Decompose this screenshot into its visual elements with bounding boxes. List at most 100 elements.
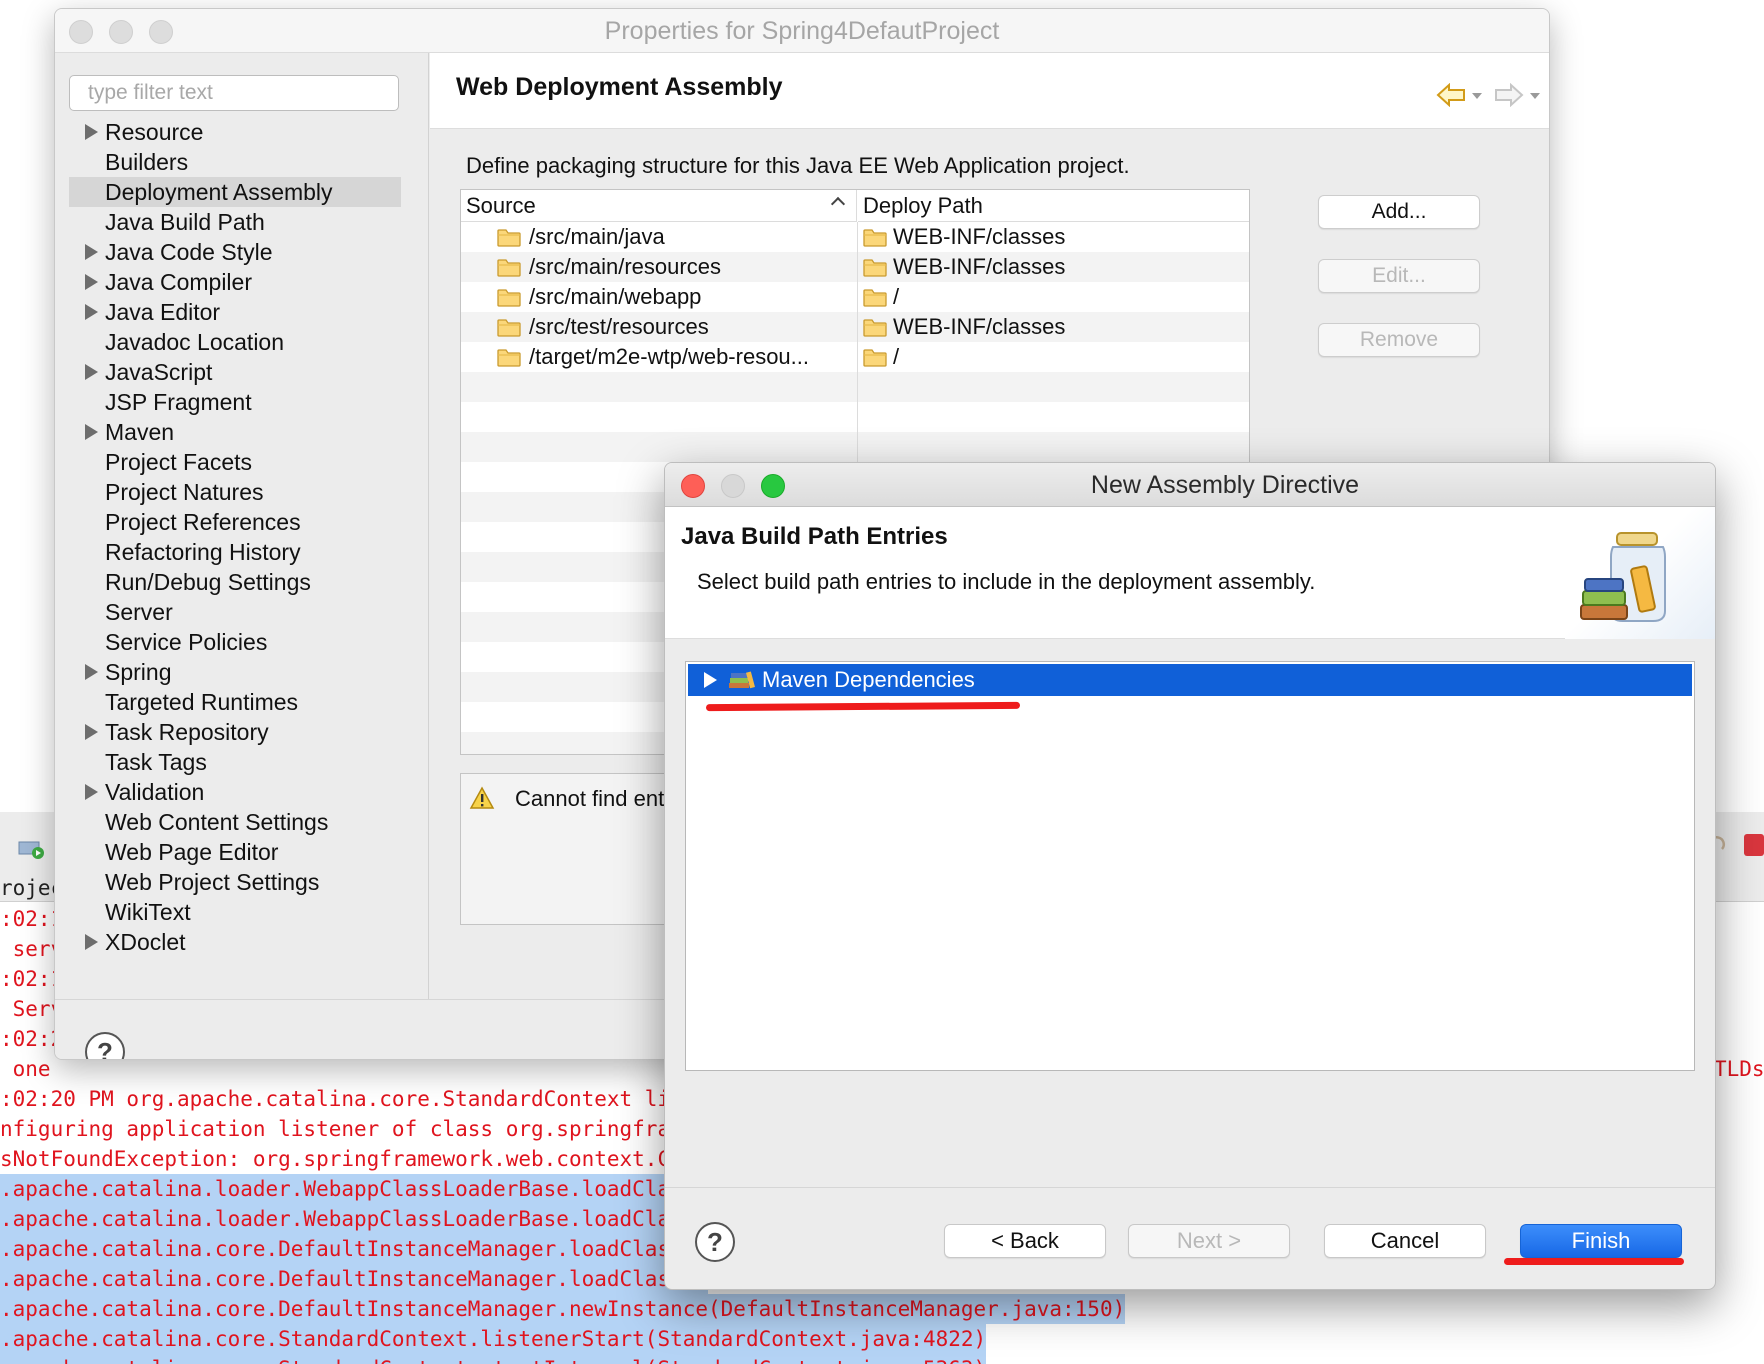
tree-item-label: Validation (105, 779, 205, 805)
tree-item-label: Web Content Settings (105, 809, 329, 835)
expand-arrow-icon[interactable] (85, 304, 98, 320)
folder-icon (863, 289, 887, 307)
tree-item[interactable]: Deployment Assembly (69, 177, 401, 207)
tree-item[interactable]: Java Compiler (69, 267, 401, 297)
tree-item[interactable]: XDoclet (69, 927, 401, 957)
tree-item-label: Project References (105, 509, 301, 535)
tree-item[interactable]: Targeted Runtimes (69, 687, 401, 717)
deploy-path-cell: / (893, 344, 900, 369)
terminate-icon[interactable] (1744, 834, 1764, 856)
console-view-icon[interactable] (18, 838, 46, 860)
next-button[interactable]: Next > (1128, 1224, 1290, 1258)
table-row[interactable]: /target/m2e-wtp/web-resou... / (461, 342, 1249, 372)
tree-item[interactable]: Resource (69, 117, 401, 147)
console-line: .apache.catalina.core.DefaultInstanceMan… (0, 1294, 1126, 1324)
expand-arrow-icon[interactable] (85, 244, 98, 260)
tree-item-label: Web Page Editor (105, 839, 279, 865)
folder-icon (497, 259, 521, 277)
finish-button[interactable]: Finish (1520, 1224, 1682, 1258)
back-history-dropdown[interactable] (1472, 93, 1482, 99)
column-header-source[interactable]: Source (461, 190, 857, 222)
tree-item-label: Project Facets (105, 449, 252, 475)
expand-arrow-icon[interactable] (85, 784, 98, 800)
tree-item-label: Task Repository (105, 719, 269, 745)
tree-item[interactable]: Java Editor (69, 297, 401, 327)
tree-item[interactable]: Project References (69, 507, 401, 537)
tree-item[interactable]: JavaScript (69, 357, 401, 387)
annotation-underline-finish (1504, 1258, 1684, 1265)
tree-item[interactable]: Java Code Style (69, 237, 401, 267)
window-title: Properties for Spring4DefautProject (604, 17, 1000, 45)
tree-item[interactable]: Spring (69, 657, 401, 687)
tree-item[interactable]: Refactoring History (69, 537, 401, 567)
expand-arrow-icon[interactable] (85, 724, 98, 740)
tree-item[interactable]: Web Project Settings (69, 867, 401, 897)
folder-icon (497, 229, 521, 247)
new-assembly-directive-dialog: New Assembly Directive Java Build Path E… (664, 462, 1716, 1290)
expand-arrow-icon[interactable] (704, 672, 717, 688)
dialog-help-icon[interactable]: ? (695, 1222, 735, 1262)
tree-item[interactable]: Task Repository (69, 717, 401, 747)
tree-item-label: Web Project Settings (105, 869, 320, 895)
tree-item[interactable]: Run/Debug Settings (69, 567, 401, 597)
tree-item-label: Java Compiler (105, 269, 252, 295)
tree-item[interactable]: WikiText (69, 897, 401, 927)
back-arrow-icon[interactable] (1436, 83, 1466, 107)
expand-arrow-icon[interactable] (85, 664, 98, 680)
tree-item-label: Java Build Path (105, 209, 265, 235)
page-header: Web Deployment Assembly (430, 53, 1549, 129)
tree-item[interactable]: Project Natures (69, 477, 401, 507)
tree-item-label: Server (105, 599, 173, 625)
cancel-button[interactable]: Cancel (1324, 1224, 1486, 1258)
folder-icon (863, 229, 887, 247)
tree-item[interactable]: Javadoc Location (69, 327, 401, 357)
tree-item[interactable]: Project Facets (69, 447, 401, 477)
tree-item-label: Resource (105, 119, 204, 145)
jar-library-icon (1580, 532, 1666, 622)
table-row (461, 372, 1249, 402)
warning-icon (469, 786, 495, 809)
back-button[interactable]: < Back (944, 1224, 1106, 1258)
column-header-deploy-path[interactable]: Deploy Path (858, 190, 1249, 222)
expand-arrow-icon[interactable] (85, 934, 98, 950)
filter-input[interactable] (69, 75, 399, 111)
expand-arrow-icon[interactable] (85, 124, 98, 140)
tree-item[interactable]: Task Tags (69, 747, 401, 777)
forward-arrow-icon[interactable] (1494, 83, 1524, 107)
properties-sidebar: Resource Builders Deployment Assembly Java … (55, 53, 429, 999)
table-row[interactable]: /src/main/resources WEB-INF/classes (461, 252, 1249, 282)
expand-arrow-icon[interactable] (85, 274, 98, 290)
console-line: .apache.catalina.core.DefaultInstanceMan… (0, 1264, 709, 1294)
tree-item[interactable]: Service Policies (69, 627, 401, 657)
tree-item[interactable]: Maven (69, 417, 401, 447)
list-item-maven-dependencies[interactable]: Maven Dependencies (688, 664, 1692, 696)
dialog-footer: ? < Back Next > Cancel Finish (665, 1187, 1715, 1289)
help-icon[interactable]: ? (85, 1032, 125, 1059)
tree-item[interactable]: JSP Fragment (69, 387, 401, 417)
tree-item-label: XDoclet (105, 929, 186, 955)
add-button[interactable]: Add... (1318, 195, 1480, 229)
console-line: .apache.catalina.loader.WebappClassLoade… (0, 1204, 709, 1234)
expand-arrow-icon[interactable] (85, 364, 98, 380)
table-row[interactable]: /src/test/resources WEB-INF/classes (461, 312, 1249, 342)
properties-titlebar: Properties for Spring4DefautProject (55, 9, 1549, 53)
forward-history-dropdown[interactable] (1530, 93, 1540, 99)
edit-button[interactable]: Edit... (1318, 259, 1480, 293)
tree-item[interactable]: Web Page Editor (69, 837, 401, 867)
table-row[interactable]: /src/main/java WEB-INF/classes (461, 222, 1249, 252)
expand-arrow-icon[interactable] (85, 424, 98, 440)
table-row[interactable]: /src/main/webapp / (461, 282, 1249, 312)
console-line: one (0, 1057, 64, 1081)
folder-icon (497, 319, 521, 337)
banner-description: Select build path entries to include in … (697, 569, 1316, 594)
tree-item[interactable]: Java Build Path (69, 207, 401, 237)
folder-icon (497, 349, 521, 367)
list-item-label: Maven Dependencies (762, 667, 975, 692)
tree-item[interactable]: Web Content Settings (69, 807, 401, 837)
tree-item-label: JSP Fragment (105, 389, 252, 415)
tree-item-label: Run/Debug Settings (105, 569, 311, 595)
tree-item[interactable]: Builders (69, 147, 401, 177)
tree-item[interactable]: Server (69, 597, 401, 627)
remove-button[interactable]: Remove (1318, 323, 1480, 357)
tree-item[interactable]: Validation (69, 777, 401, 807)
